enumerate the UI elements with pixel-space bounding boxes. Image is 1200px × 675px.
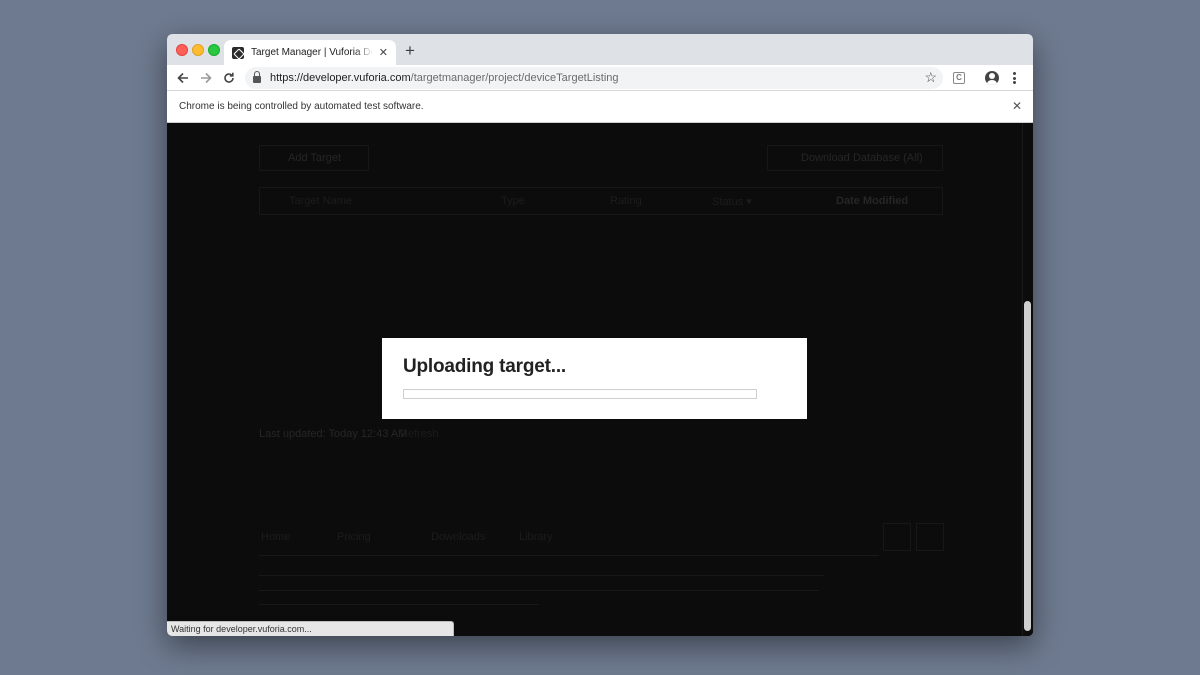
footer-divider [259,555,879,556]
back-arrow-icon[interactable] [174,69,192,87]
new-tab-button[interactable]: + [405,42,415,60]
download-database-label: Download Database (All) [801,152,923,164]
window-minimize-button[interactable] [192,44,204,56]
page-content: Add Target Download Database (All) Targe… [167,123,1033,636]
col-date-modified[interactable]: Date Modified [836,195,908,207]
col-rating[interactable]: Rating [610,195,642,207]
window-maximize-button[interactable] [208,44,220,56]
address-bar[interactable]: https://developer.vuforia.com/targetmana… [245,67,943,89]
footer-copy-line [259,575,824,576]
tab-close-icon[interactable]: ✕ [379,46,388,59]
tab-strip: Target Manager | Vuforia Developer Porta… [167,34,1033,65]
url-text: https://developer.vuforia.com/targetmana… [270,72,619,84]
tab-title: Target Manager | Vuforia Developer Porta… [251,47,373,58]
footer-link-home[interactable]: Home [261,531,290,543]
upload-progress-bar [403,389,757,399]
col-target-name[interactable]: Target Name [289,195,352,207]
vuforia-favicon-icon [232,46,244,59]
browser-window: Target Manager | Vuforia Developer Porta… [167,34,1033,636]
infobar-message: Chrome is being controlled by automated … [179,101,424,112]
col-status[interactable]: Status ▾ [712,195,752,208]
last-updated-text: Last updated: Today 12:43 AM [259,428,408,440]
automation-infobar: Chrome is being controlled by automated … [167,91,1033,123]
kebab-menu-icon[interactable] [1012,72,1016,84]
browser-toolbar: https://developer.vuforia.com/targetmana… [167,65,1033,91]
tab-vuforia[interactable]: Target Manager | Vuforia Developer Porta… [224,40,396,65]
window-close-button[interactable] [176,44,188,56]
footer-link-pricing[interactable]: Pricing [337,531,371,543]
footer-copy-line [259,590,819,591]
reload-icon[interactable] [220,69,238,87]
footer-link-library[interactable]: Library [519,531,553,543]
lock-icon [253,71,261,83]
page-scrollbar[interactable] [1022,123,1033,636]
twitter-icon[interactable] [883,523,911,551]
status-bubble: Waiting for developer.vuforia.com... [167,621,454,636]
url-host: https://developer.vuforia.com [270,72,411,84]
modal-title: Uploading target... [403,356,566,377]
col-type[interactable]: Type [501,195,525,207]
add-target-label: Add Target [288,152,342,164]
footer-link-downloads[interactable]: Downloads [431,531,485,543]
footer-copy-line [259,604,539,605]
extension-icon[interactable]: C [953,72,965,84]
infobar-close-icon[interactable]: ✕ [1012,100,1022,112]
upload-modal: Uploading target... [382,338,807,419]
profile-icon[interactable] [985,71,999,85]
refresh-link[interactable]: Refresh [400,428,439,440]
bookmark-star-icon[interactable]: ☆ [924,69,937,86]
url-path: /targetmanager/project/deviceTargetListi… [410,72,619,84]
scrollbar-thumb[interactable] [1024,301,1031,631]
forward-arrow-icon[interactable] [197,69,215,87]
facebook-icon[interactable] [916,523,944,551]
